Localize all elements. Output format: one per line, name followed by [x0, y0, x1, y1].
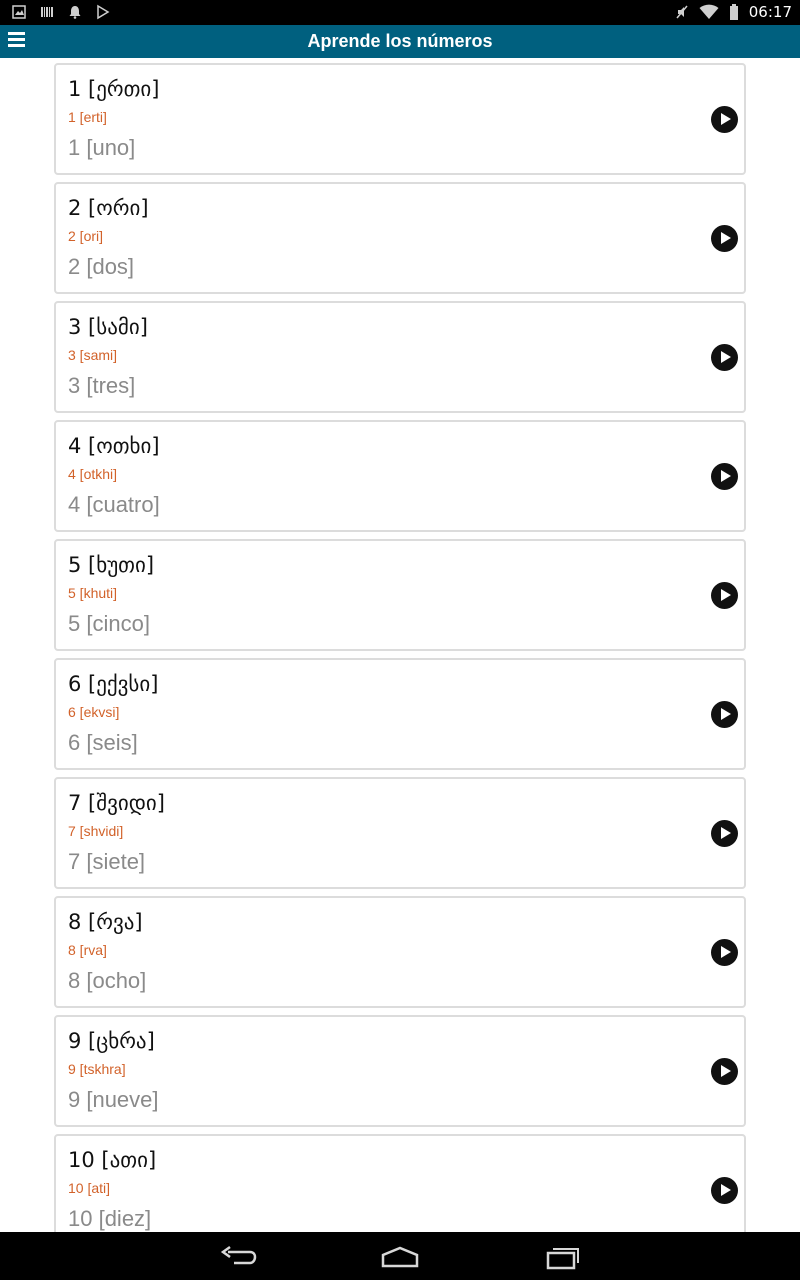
play-audio-icon[interactable] — [711, 939, 738, 966]
list-item[interactable]: 7 [შვიდი] 7 [shvidi] 7 [siete] — [54, 777, 746, 889]
play-audio-icon[interactable] — [711, 1177, 738, 1204]
native-word: 10 [ათი] — [68, 1148, 157, 1172]
play-audio-icon[interactable] — [711, 106, 738, 133]
native-word: 5 [ხუთი] — [68, 553, 155, 577]
list-item[interactable]: 1 [ერთი] 1 [erti] 1 [uno] — [54, 63, 746, 175]
play-store-icon — [97, 4, 110, 20]
notification-bell-icon — [69, 6, 81, 19]
system-nav-bar — [0, 1232, 800, 1280]
battery-icon — [729, 4, 738, 20]
status-left-icons — [12, 4, 110, 20]
image-icon — [12, 5, 26, 19]
app-bar: Aprende los números — [0, 25, 800, 58]
play-audio-icon[interactable] — [711, 1058, 738, 1085]
transliteration: 10 [ati] — [68, 1180, 111, 1196]
list-item[interactable]: 10 [ათი] 10 [ati] 10 [diez] — [54, 1134, 746, 1232]
list-item[interactable]: 5 [ხუთი] 5 [khuti] 5 [cinco] — [54, 539, 746, 651]
transliteration: 6 [ekvsi] — [68, 704, 120, 720]
wifi-icon — [699, 4, 719, 19]
status-bar: 06:17 — [0, 0, 800, 25]
play-audio-icon[interactable] — [711, 701, 738, 728]
translation: 2 [dos] — [68, 254, 135, 279]
transliteration: 7 [shvidi] — [68, 823, 124, 839]
translation: 1 [uno] — [68, 135, 136, 160]
page-title: Aprende los números — [307, 31, 493, 51]
list-item[interactable]: 4 [ოთხი] 4 [otkhi] 4 [cuatro] — [54, 420, 746, 532]
translation: 6 [seis] — [68, 730, 138, 755]
play-audio-icon[interactable] — [711, 463, 738, 490]
status-right-icons: 06:17 — [675, 3, 792, 21]
play-audio-icon[interactable] — [711, 344, 738, 371]
native-word: 4 [ოთხი] — [68, 434, 160, 458]
list-item[interactable]: 8 [რვა] 8 [rva] 8 [ocho] — [54, 896, 746, 1008]
play-audio-icon[interactable] — [711, 582, 738, 609]
barcode-icon — [41, 7, 53, 17]
list-item[interactable]: 9 [ცხრა] 9 [tskhra] 9 [nueve] — [54, 1015, 746, 1127]
number-list[interactable]: 1 [ერთი] 1 [erti] 1 [uno] 2 [ორი] 2 [ori… — [0, 58, 800, 1232]
native-word: 1 [ერთი] — [68, 77, 160, 101]
transliteration: 5 [khuti] — [68, 585, 118, 601]
native-word: 7 [შვიდი] — [68, 791, 165, 815]
translation: 10 [diez] — [68, 1206, 152, 1231]
translation: 9 [nueve] — [68, 1087, 159, 1112]
list-item[interactable]: 2 [ორი] 2 [ori] 2 [dos] — [54, 182, 746, 294]
transliteration: 8 [rva] — [68, 942, 107, 958]
play-audio-icon[interactable] — [711, 820, 738, 847]
translation: 4 [cuatro] — [68, 492, 160, 517]
play-audio-icon[interactable] — [711, 225, 738, 252]
native-word: 3 [სამი] — [68, 315, 148, 339]
translation: 7 [siete] — [68, 849, 146, 874]
transliteration: 3 [sami] — [68, 347, 118, 363]
translation: 3 [tres] — [68, 373, 136, 398]
recent-apps-icon[interactable] — [543, 1244, 583, 1270]
native-word: 2 [ორი] — [68, 196, 149, 220]
translation: 8 [ocho] — [68, 968, 147, 993]
mute-icon — [676, 5, 688, 19]
transliteration: 2 [ori] — [68, 228, 104, 244]
hamburger-menu-icon[interactable] — [8, 32, 26, 50]
native-word: 6 [ექვსი] — [68, 672, 159, 696]
transliteration: 9 [tskhra] — [68, 1061, 126, 1077]
status-time: 06:17 — [748, 3, 792, 21]
translation: 5 [cinco] — [68, 611, 150, 636]
native-word: 8 [რვა] — [68, 910, 143, 934]
list-item[interactable]: 3 [სამი] 3 [sami] 3 [tres] — [54, 301, 746, 413]
transliteration: 1 [erti] — [68, 109, 107, 125]
home-icon[interactable] — [380, 1244, 420, 1270]
transliteration: 4 [otkhi] — [68, 466, 118, 482]
list-item[interactable]: 6 [ექვსი] 6 [ekvsi] 6 [seis] — [54, 658, 746, 770]
native-word: 9 [ცხრა] — [68, 1029, 155, 1053]
back-icon[interactable] — [218, 1244, 258, 1270]
